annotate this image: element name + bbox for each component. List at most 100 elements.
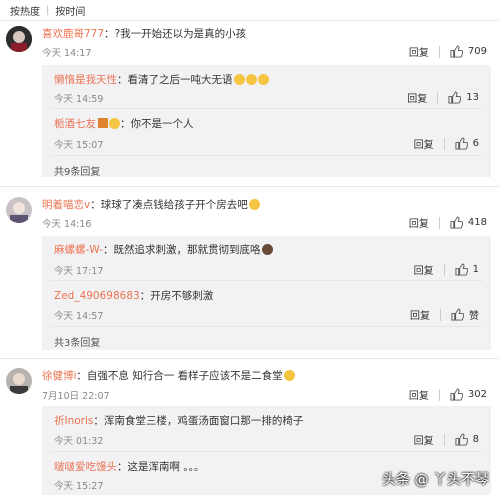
like-count: 6 (472, 138, 479, 149)
thumbs-up-icon (450, 216, 463, 229)
reply-actions: 回复 6 (414, 136, 479, 151)
like-button[interactable]: 6 (455, 137, 479, 150)
reply-time: 今天 17:17 (54, 266, 104, 277)
avatar[interactable] (6, 197, 32, 223)
emoji-icon (261, 244, 273, 255)
like-count: 709 (467, 46, 487, 57)
reply-actions: 回复 赞 (410, 307, 479, 322)
like-button[interactable]: 8 (455, 433, 479, 446)
reply-actions: 回复 8 (414, 432, 479, 447)
reply-line: 麻螺螺-W-：既然追求刺激，那就贯彻到底咯 (54, 242, 273, 257)
divider (50, 451, 483, 452)
divider (50, 326, 483, 327)
comment-text: ：自强不息 知行合一 看样子应该不是二食堂 (76, 370, 283, 382)
badge-icon (98, 118, 108, 128)
thumbs-up-icon (450, 45, 463, 58)
reply-text: ：既然追求刺激，那就贯彻到底咯 (103, 244, 261, 256)
reply-text: ：开房不够刺激 (139, 290, 214, 302)
action-separator (443, 433, 445, 446)
like-button[interactable]: 302 (450, 388, 487, 401)
more-replies-link[interactable]: 共9条回复 (54, 163, 100, 178)
divider (50, 108, 483, 109)
avatar[interactable] (6, 26, 32, 52)
like-count: 418 (467, 217, 487, 228)
like-button[interactable]: 1 (455, 263, 479, 276)
reply-username[interactable]: Zed_490698683 (54, 290, 140, 302)
thumbs-up-icon (455, 263, 468, 276)
reply-line: 栀酒七友 ：你不是一个人 (54, 116, 194, 131)
reply-button[interactable]: 回复 (409, 215, 429, 230)
comment-username[interactable]: 喜欢鹿哥777 (42, 28, 104, 40)
like-count: 302 (467, 389, 487, 400)
reply-time: 今天 01:32 (54, 436, 104, 447)
thumbs-up-icon (450, 388, 463, 401)
reply-button[interactable]: 回复 (414, 432, 434, 447)
thumbs-up-icon (448, 91, 462, 104)
reply-button[interactable]: 回复 (407, 90, 427, 105)
like-button[interactable]: 418 (450, 216, 487, 229)
action-separator (440, 308, 441, 321)
thumbs-up-icon (455, 137, 468, 150)
action-separator (438, 216, 440, 229)
comment-line: 徐健博i：自强不息 知行合一 看样子应该不是二食堂 (42, 368, 295, 383)
comment-username[interactable]: 徐健博i (42, 370, 76, 382)
reply-username[interactable]: 啵啵爱吃馒头 (54, 461, 117, 473)
comment-line: 喜欢鹿哥777：?我一开始还以为是真的小孩 (42, 26, 246, 41)
reply-line: Zed_490698683：开房不够刺激 (54, 288, 213, 303)
tab-time[interactable]: 按时间 (49, 3, 91, 18)
action-separator (437, 91, 439, 104)
reply-actions: 回复 1 (414, 262, 479, 277)
like-count: 赞 (469, 311, 479, 322)
reply-time: 今天 15:27 (54, 481, 104, 492)
sort-tabs: 按热度 | 按时间 (0, 0, 499, 20)
emoji-icon (283, 370, 295, 381)
divider (0, 358, 499, 359)
reply-username[interactable]: 麻螺螺-W- (54, 244, 103, 256)
tab-hot[interactable]: 按热度 (4, 3, 46, 18)
like-count: 1 (472, 264, 479, 275)
comment-actions: 回复 302 (409, 387, 487, 402)
reply-line: 懒惰是我天性：看清了之后一吨大无语 (54, 72, 269, 87)
comment-text: ：球球了凑点钱给孩子开个房去吧 (90, 199, 248, 211)
reply-button[interactable]: 回复 (414, 136, 434, 151)
reply-time: 今天 15:07 (54, 140, 104, 151)
like-button[interactable]: 709 (450, 45, 487, 58)
action-separator (438, 45, 440, 58)
reply-line: 啵啵爱吃馒头：这是浑南啊 。。。 (54, 459, 204, 474)
action-separator (443, 263, 445, 276)
reply-username[interactable]: 祈Inoris (54, 415, 93, 427)
reply-actions: 回复 13 (407, 90, 479, 105)
reply-time: 今天 14:57 (54, 311, 104, 322)
divider (0, 186, 499, 187)
comment-line: 明着喵恋v：球球了凑点钱给孩子开个房去吧 (42, 197, 260, 212)
action-separator (438, 388, 440, 401)
like-count: 8 (472, 434, 479, 445)
reply-button[interactable]: 回复 (409, 44, 429, 59)
reply-button[interactable]: 回复 (409, 387, 429, 402)
comment-text: ：?我一开始还以为是真的小孩 (104, 28, 247, 40)
reply-line: 祈Inoris：浑南食堂三楼，鸡蛋汤面窗口那一排的椅子 (54, 413, 303, 428)
reply-text: ：看清了之后一吨大无语 (117, 74, 233, 86)
reply-button[interactable]: 回复 (410, 307, 430, 322)
like-button[interactable]: 13 (448, 91, 479, 104)
comment-time: 今天 14:16 (42, 219, 92, 230)
more-replies-link[interactable]: 共3条回复 (54, 334, 100, 349)
like-button[interactable]: 赞 (451, 307, 479, 322)
reply-text: ：你不是一个人 (120, 118, 194, 130)
emoji-icon (233, 74, 245, 85)
reply-username[interactable]: 懒惰是我天性 (54, 74, 117, 86)
reply-username[interactable]: 栀酒七友 (54, 118, 96, 130)
comment-actions: 回复 709 (409, 44, 487, 59)
emoji-icon (257, 74, 269, 85)
emoji-icon (245, 74, 257, 85)
emoji-icon (109, 118, 120, 129)
reply-text: ：浑南食堂三楼，鸡蛋汤面窗口那一排的椅子 (93, 415, 304, 427)
divider (0, 20, 499, 21)
reply-button[interactable]: 回复 (414, 262, 434, 277)
avatar[interactable] (6, 368, 32, 394)
comment-time: 7月10日 22:07 (42, 391, 110, 402)
like-count: 13 (466, 92, 479, 103)
watermark: 头条 @ 丫头不琴 (382, 472, 489, 488)
comment-username[interactable]: 明着喵恋v (42, 199, 90, 211)
thumbs-up-icon (451, 308, 464, 321)
